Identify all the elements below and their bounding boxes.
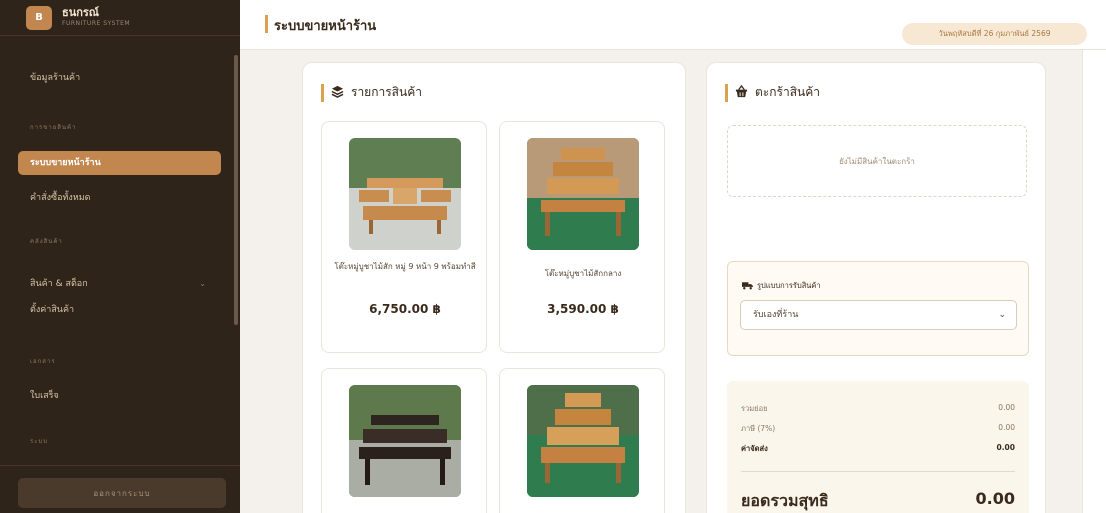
products-title: รายการสินค้า bbox=[351, 85, 422, 99]
title-accent bbox=[265, 15, 268, 33]
basket-icon bbox=[735, 84, 748, 101]
product-name: โต๊ะหมู่บูชาไม้สักกลาง bbox=[544, 269, 622, 278]
brand-subtitle: FURNITURE SYSTEM bbox=[62, 19, 131, 27]
products-panel: รายการสินค้า โต๊ะหมู่บูชาไม้สัก หมู่ 9 ห… bbox=[302, 62, 686, 513]
sidebar-item-stock[interactable]: สินค้า & สต็อก ⌄ bbox=[0, 272, 232, 296]
product-image bbox=[349, 385, 461, 497]
page-title: ระบบขายหน้าร้าน bbox=[274, 19, 377, 34]
shipping-row: ค่าจัดส่ง 0.00 bbox=[741, 443, 1015, 455]
main-content: รายการสินค้า โต๊ะหมู่บูชาไม้สัก หมู่ 9 ห… bbox=[240, 50, 1082, 513]
product-card[interactable]: โต๊ะหมู่บูชาไม้สักกลาง 3,590.00 ฿ bbox=[499, 121, 665, 353]
subtotal-label: รวมย่อย bbox=[741, 404, 768, 413]
sidebar-section-documents: เอกสาร bbox=[30, 358, 56, 365]
order-summary: รวมย่อย 0.00 ภาษี (7%) 0.00 ค่าจัดส่ง 0.… bbox=[727, 381, 1029, 513]
app-root: B ธนกรณ์ FURNITURE SYSTEM ข้อมูลร้านค้า … bbox=[0, 0, 1106, 513]
truck-icon bbox=[742, 281, 753, 292]
sidebar-item-stock-label: สินค้า & สต็อก bbox=[30, 279, 88, 289]
delivery-label: รูปแบบการรับสินค้า bbox=[757, 281, 821, 290]
chevron-down-icon: ⌄ bbox=[998, 310, 1006, 320]
product-image bbox=[527, 385, 639, 497]
total-label: ยอดรวมสุทธิ bbox=[741, 491, 829, 510]
product-image bbox=[349, 138, 461, 250]
layers-icon bbox=[331, 85, 344, 101]
sidebar-item-product-settings[interactable]: ตั้งค่าสินค้า bbox=[0, 298, 232, 322]
summary-divider bbox=[741, 471, 1015, 472]
sidebar-section-system: ระบบ bbox=[30, 438, 49, 445]
sidebar-scrollbar[interactable] bbox=[234, 55, 238, 325]
product-price: 3,590.00 ฿ bbox=[547, 302, 619, 316]
delivery-section: รูปแบบการรับสินค้า รับเองที่ร้าน ⌄ bbox=[727, 261, 1029, 356]
vat-row: ภาษี (7%) 0.00 bbox=[741, 423, 1015, 435]
vat-value: 0.00 bbox=[998, 423, 1015, 432]
products-header: รายการสินค้า bbox=[321, 83, 422, 102]
product-price: 6,750.00 ฿ bbox=[369, 302, 441, 316]
total-value: 0.00 bbox=[975, 489, 1015, 508]
sidebar: B ธนกรณ์ FURNITURE SYSTEM ข้อมูลร้านค้า … bbox=[0, 0, 240, 513]
sidebar-item-shop-info[interactable]: ข้อมูลร้านค้า bbox=[0, 66, 232, 90]
cart-panel: ตะกร้าสินค้า ยังไม่มีสินค้าในตะกร้า รูปแ… bbox=[706, 62, 1046, 513]
product-card[interactable] bbox=[321, 368, 487, 513]
product-card[interactable]: โต๊ะหมู่บูชาไม้สัก หมู่ 9 หน้า 9 พร้อมทำ… bbox=[321, 121, 487, 353]
sidebar-item-orders[interactable]: คำสั่งซื้อทั้งหมด bbox=[0, 186, 232, 210]
right-edge-panel bbox=[1082, 50, 1106, 513]
sidebar-item-receipts[interactable]: ใบเสร็จ bbox=[0, 384, 232, 408]
cart-title: ตะกร้าสินค้า bbox=[755, 85, 820, 99]
brand-name: ธนกรณ์ bbox=[62, 5, 100, 19]
subtotal-value: 0.00 bbox=[998, 403, 1015, 412]
sidebar-section-inventory: คลังสินค้า bbox=[30, 238, 63, 245]
total-row: ยอดรวมสุทธิ 0.00 bbox=[741, 489, 1015, 513]
accent-bar bbox=[321, 83, 324, 102]
product-name: โต๊ะหมู่บูชาไม้สัก หมู่ 9 หน้า 9 พร้อมทำ… bbox=[334, 262, 476, 271]
top-header: ระบบขายหน้าร้าน วันพฤหัสบดีที่ 26 กุมภาพ… bbox=[240, 0, 1106, 50]
logout-button[interactable]: ออกจากระบบ bbox=[18, 478, 226, 508]
sidebar-section-sales: การขายสินค้า bbox=[30, 124, 77, 131]
date-badge: วันพฤหัสบดีที่ 26 กุมภาพันธ์ 2569 bbox=[902, 23, 1087, 45]
brand: B ธนกรณ์ FURNITURE SYSTEM bbox=[0, 0, 240, 36]
empty-cart-message: ยังไม่มีสินค้าในตะกร้า bbox=[727, 125, 1027, 197]
cart-header: ตะกร้าสินค้า bbox=[725, 83, 820, 102]
brand-logo: B bbox=[26, 5, 52, 30]
subtotal-row: รวมย่อย 0.00 bbox=[741, 403, 1015, 415]
accent-bar bbox=[725, 83, 728, 102]
product-image bbox=[527, 138, 639, 250]
shipping-value: 0.00 bbox=[996, 443, 1015, 452]
chevron-down-icon: ⌄ bbox=[199, 279, 206, 288]
vat-label: ภาษี (7%) bbox=[741, 424, 776, 433]
product-card[interactable] bbox=[499, 368, 665, 513]
delivery-select-value: รับเองที่ร้าน bbox=[753, 310, 799, 320]
shipping-label: ค่าจัดส่ง bbox=[741, 444, 768, 453]
delivery-select[interactable]: รับเองที่ร้าน ⌄ bbox=[740, 300, 1017, 330]
sidebar-item-pos[interactable]: ระบบขายหน้าร้าน bbox=[18, 151, 221, 175]
